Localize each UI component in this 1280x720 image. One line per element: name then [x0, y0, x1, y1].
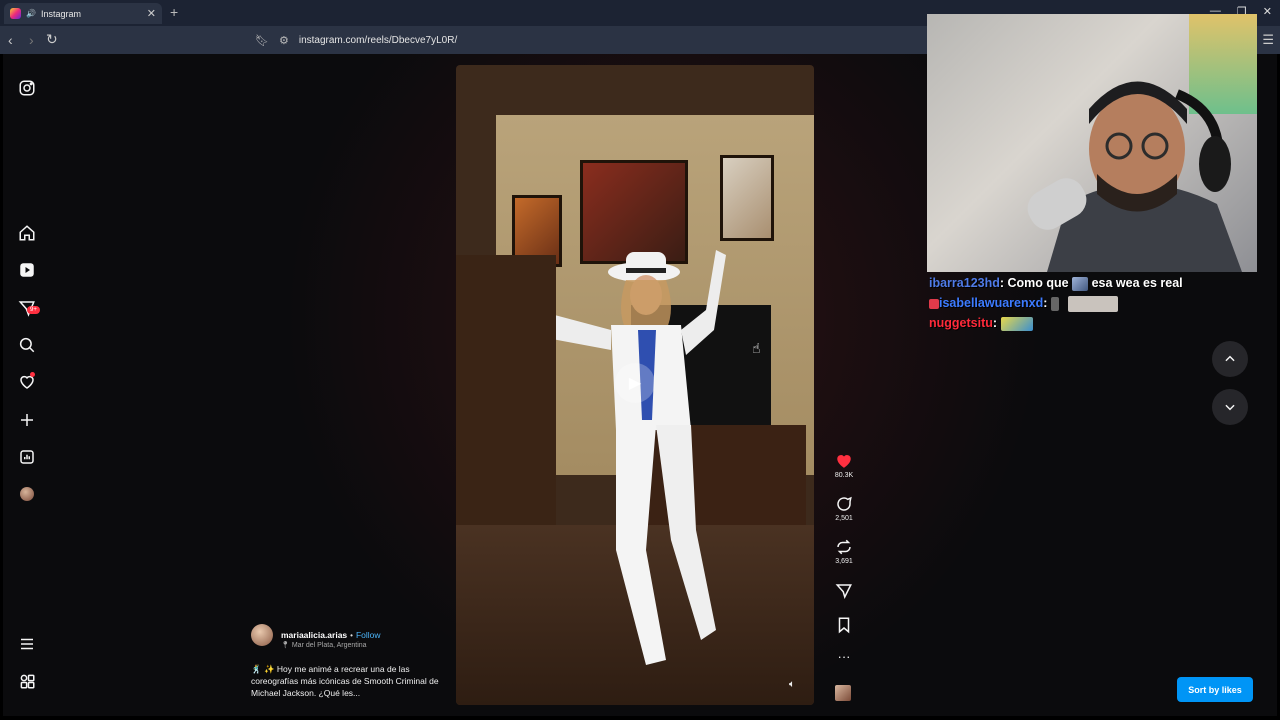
save-action[interactable]: [829, 616, 859, 634]
reel-video[interactable]: ▶ ☝ 🔈︎: [456, 65, 814, 705]
chat-image-emote-icon: [1068, 295, 1119, 312]
activity-dot: [30, 372, 35, 377]
new-tab-button[interactable]: +: [170, 4, 178, 20]
like-heart-icon[interactable]: [835, 452, 853, 470]
chat-emote-icon: [1050, 296, 1059, 311]
caption-text[interactable]: 🕺 ✨ Hoy me animé a recrear una de las co…: [251, 663, 441, 699]
like-action[interactable]: 80.3K: [829, 452, 859, 479]
chat-username: nuggetsitu: [929, 316, 993, 330]
video-scene-dancer: [556, 250, 726, 665]
chat-emote-icon: [1072, 276, 1089, 291]
close-window-button[interactable]: ✕: [1263, 5, 1272, 18]
speaker-icon: 🔊: [26, 9, 36, 18]
left-sidebar: 9+: [3, 54, 51, 716]
chat-username: isabellawuarenxd: [939, 296, 1044, 310]
forward-icon[interactable]: ›: [29, 32, 34, 48]
streamer-figure: [1027, 81, 1242, 272]
also-from-meta-icon[interactable]: [17, 671, 37, 691]
heart-icon[interactable]: [17, 372, 37, 392]
play-button[interactable]: ▶: [615, 363, 655, 403]
url-text[interactable]: instagram.com/reels/Dbecve7yL0R/: [299, 35, 457, 46]
stream-chat: ibarra123hd: Como que esa wea es real is…: [929, 273, 1269, 333]
reels-icon[interactable]: [17, 260, 37, 280]
sort-by-likes-button[interactable]: Sort by likes: [1177, 677, 1253, 702]
video-scene-shelf: [456, 255, 556, 555]
comment-action[interactable]: 2,501: [829, 495, 859, 522]
author-avatar[interactable]: [251, 624, 273, 646]
streamer-webcam: [927, 14, 1257, 272]
video-scene-portrait: [720, 155, 774, 241]
instagram-favicon-icon: [10, 8, 21, 19]
address-bar[interactable]: 🔖︎ ⚙︎ instagram.com/reels/Dbecve7yL0R/: [255, 30, 925, 50]
previous-reel-button[interactable]: [1212, 341, 1248, 377]
volume-icon[interactable]: 🔈︎: [789, 679, 795, 690]
repost-icon[interactable]: [835, 538, 853, 556]
bookmark-icon[interactable]: 🔖︎: [255, 34, 269, 47]
chat-text: Como que: [1007, 276, 1069, 290]
chat-text: esa wea es real: [1091, 276, 1183, 290]
follow-button[interactable]: Follow: [356, 630, 381, 640]
browser-tab[interactable]: 🔊 Instagram ✕: [4, 3, 162, 24]
chevron-up-icon: [1225, 355, 1235, 362]
comment-count: 2,501: [835, 515, 853, 522]
browser-menu-icon[interactable]: ☰: [1262, 32, 1274, 48]
chat-emote-icon: [1000, 316, 1033, 331]
repost-count: 3,691: [835, 558, 853, 565]
dashboard-icon[interactable]: [17, 447, 37, 467]
site-info-icon[interactable]: ⚙︎: [279, 34, 289, 47]
reload-icon[interactable]: ↻: [46, 31, 58, 48]
instagram-logo-icon[interactable]: [17, 78, 37, 98]
back-icon[interactable]: ‹: [8, 32, 13, 48]
location-text[interactable]: Mar del Plata, Argentina: [292, 642, 367, 649]
chat-message: isabellawuarenxd:: [929, 293, 1269, 313]
search-icon[interactable]: [17, 335, 37, 355]
reel-caption: mariaalicia.arias • Follow 📍︎ Mar del Pl…: [251, 624, 441, 699]
avatar: [20, 487, 34, 501]
share-action[interactable]: [829, 582, 859, 600]
chat-badge-icon: [929, 298, 939, 309]
location-label[interactable]: 📍︎ Mar del Plata, Argentina: [281, 641, 441, 649]
audio-thumbnail[interactable]: [835, 685, 851, 701]
chat-username: ibarra123hd: [929, 276, 1000, 290]
tab-title: Instagram: [40, 8, 81, 19]
next-reel-button[interactable]: [1212, 389, 1248, 425]
like-count: 80.3K: [834, 472, 854, 479]
video-scene-portrait: [580, 160, 688, 264]
share-icon[interactable]: [835, 582, 853, 600]
separator-dot: •: [350, 630, 353, 640]
chevron-down-icon: [1225, 404, 1235, 411]
chat-message: ibarra123hd: Como que esa wea es real: [929, 276, 1183, 291]
bookmark-save-icon[interactable]: [835, 616, 853, 634]
comment-icon[interactable]: [835, 495, 853, 513]
notification-badge: 9+: [27, 306, 40, 314]
author-username[interactable]: mariaalicia.arias: [281, 630, 347, 640]
more-options-icon[interactable]: ···: [829, 649, 859, 664]
repost-action[interactable]: 3,691: [829, 538, 859, 565]
location-pin-icon: 📍︎: [281, 642, 290, 649]
home-icon[interactable]: [17, 223, 37, 243]
close-tab-icon[interactable]: ✕: [147, 7, 156, 20]
chat-message: nuggetsitu:: [929, 313, 1269, 333]
messages-icon[interactable]: 9+: [17, 298, 40, 318]
profile-avatar[interactable]: [17, 484, 37, 504]
create-icon[interactable]: [17, 410, 37, 430]
more-menu-icon[interactable]: [17, 634, 37, 654]
mouse-cursor-icon: ☝: [752, 340, 761, 356]
